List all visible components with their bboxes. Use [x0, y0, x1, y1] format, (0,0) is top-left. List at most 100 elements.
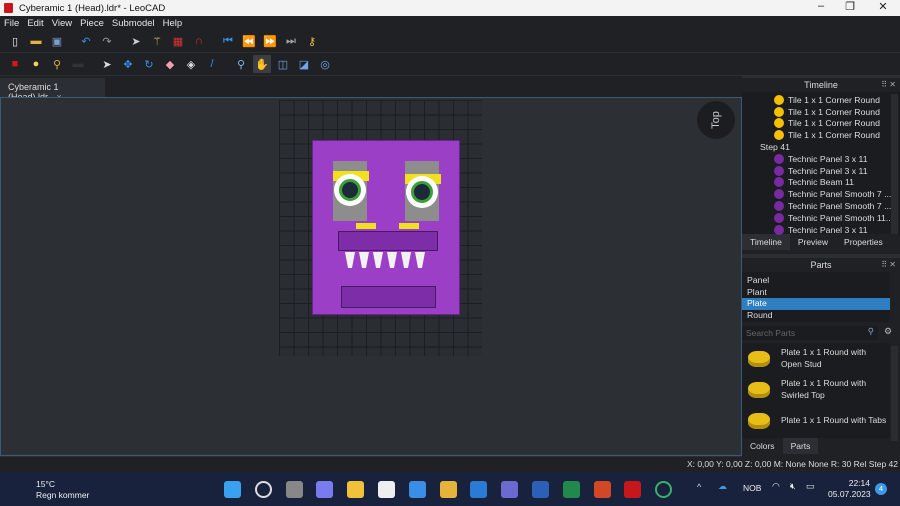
edge-dev-app-icon[interactable]: [408, 481, 426, 498]
timeline-scrollbar[interactable]: [891, 94, 898, 234]
key-icon[interactable]: ⚷: [303, 32, 321, 50]
timeline-piece[interactable]: Tile 1 x 1 Corner Round: [742, 129, 900, 141]
timeline-piece[interactable]: Technic Panel Smooth 7 ...: [742, 200, 900, 212]
spotlight-icon[interactable]: ⚲: [48, 55, 66, 73]
document-tab[interactable]: Cyberamic 1 (Head).ldr ×: [0, 78, 105, 102]
panel-float-close-icon[interactable]: ⠿ ✕: [881, 260, 896, 269]
start-app-icon[interactable]: [224, 481, 241, 498]
category-round[interactable]: Round: [742, 310, 890, 322]
camera-icon[interactable]: ▬: [69, 55, 87, 73]
timeline-piece[interactable]: Tile 1 x 1 Corner Round: [742, 94, 900, 106]
tab-properties[interactable]: Properties: [836, 234, 891, 250]
file-explorer-app-icon[interactable]: [347, 481, 365, 498]
search-icon[interactable]: ⚲: [868, 326, 874, 337]
timeline-piece[interactable]: Technic Beam 11: [742, 177, 900, 189]
brick-icon[interactable]: ■: [6, 55, 24, 73]
timeline-piece[interactable]: Technic Panel 3 x 11: [742, 153, 900, 165]
previous-step-icon[interactable]: ⏪: [240, 32, 258, 50]
excel-app-icon[interactable]: [562, 481, 580, 498]
leocad-app-icon[interactable]: [624, 481, 642, 498]
category-panel[interactable]: Panel: [742, 275, 890, 287]
first-step-icon[interactable]: ⏮: [219, 32, 237, 50]
pan-hand-icon[interactable]: ✋: [253, 55, 271, 73]
task-view-app-icon[interactable]: [285, 481, 303, 498]
tab-parts[interactable]: Parts: [782, 438, 819, 454]
parts-scrollbar[interactable]: [891, 346, 898, 441]
timeline-piece[interactable]: Technic Panel 3 x 11: [742, 165, 900, 177]
weather-widget[interactable]: 15°C Regn kommer: [36, 479, 89, 501]
part-category-list[interactable]: Panel Plant Plate Round: [742, 272, 890, 322]
menu-view[interactable]: View: [52, 18, 72, 29]
eyedropper-icon[interactable]: /: [203, 55, 221, 73]
menu-piece[interactable]: Piece: [80, 18, 104, 29]
timeline-piece[interactable]: Technic Panel 3 x 11: [742, 224, 900, 236]
menu-submodel[interactable]: Submodel: [112, 18, 155, 29]
volume-muted-icon[interactable]: 🔇︎: [790, 481, 796, 492]
meet-app-icon[interactable]: [316, 481, 334, 498]
save-icon[interactable]: ▣: [48, 32, 66, 50]
menu-help[interactable]: Help: [163, 18, 183, 29]
tab-colors[interactable]: Colors: [742, 438, 783, 454]
undo-icon[interactable]: ↶: [77, 32, 95, 50]
zoom-extents-icon[interactable]: ◎: [316, 55, 334, 73]
last-step-icon[interactable]: ⏭: [282, 32, 300, 50]
tab-timeline[interactable]: Timeline: [742, 234, 790, 250]
outlook-app-icon[interactable]: [470, 481, 488, 498]
new-file-icon[interactable]: ▯: [6, 32, 24, 50]
move-icon[interactable]: ✥: [119, 55, 137, 73]
next-step-icon[interactable]: ⏩: [261, 32, 279, 50]
category-plate[interactable]: Plate: [742, 298, 890, 311]
menu-file[interactable]: File: [4, 18, 19, 29]
part-item[interactable]: Plate 1 x 1 Round with Tabs: [742, 405, 890, 436]
teams-app-icon[interactable]: [501, 481, 519, 498]
store-app-icon[interactable]: [378, 481, 395, 498]
magic-wand-icon[interactable]: ⚚: [148, 32, 166, 50]
pointer-icon[interactable]: ➤: [98, 55, 116, 73]
light-bulb-icon[interactable]: ●: [27, 55, 45, 73]
language-indicator[interactable]: NOB: [743, 483, 761, 493]
part-item[interactable]: Plate 1 x 1 Round with Open Stud: [742, 343, 890, 374]
zoom-icon[interactable]: ⚲: [232, 55, 250, 73]
onedrive-icon[interactable]: ☁: [718, 481, 727, 492]
clock[interactable]: 22:14 05.07.2023: [828, 478, 871, 500]
eraser-icon[interactable]: ◆: [161, 55, 179, 73]
round-plate-icon: [748, 381, 770, 398]
show-hidden-icons-icon[interactable]: ^: [697, 482, 701, 492]
search-app-icon[interactable]: [254, 481, 272, 498]
chrome-app-icon[interactable]: [439, 481, 457, 498]
model-head[interactable]: [312, 140, 460, 315]
zoom-region-icon[interactable]: ◪: [295, 55, 313, 73]
open-folder-icon[interactable]: ▬: [27, 32, 45, 50]
redo-icon[interactable]: ↷: [98, 32, 116, 50]
paint-icon[interactable]: ◈: [182, 55, 200, 73]
part-item[interactable]: Plate 1 x 1 Round with Swirled Top: [742, 374, 890, 405]
grid-snap-icon[interactable]: ▦: [169, 32, 187, 50]
timeline-piece[interactable]: Tile 1 x 1 Corner Round: [742, 106, 900, 118]
timeline-step[interactable]: Step 41: [742, 141, 900, 153]
wifi-icon[interactable]: ◠: [772, 481, 780, 492]
stud-io-app-icon[interactable]: [655, 481, 673, 498]
close-button[interactable]: ✕: [868, 0, 898, 13]
category-plant[interactable]: Plant: [742, 287, 890, 299]
settings-gears-icon[interactable]: ⚙: [884, 326, 892, 340]
timeline-piece[interactable]: Technic Panel Smooth 11...: [742, 212, 900, 224]
powerpoint-app-icon[interactable]: [593, 481, 611, 498]
tab-preview[interactable]: Preview: [790, 234, 836, 250]
select-icon[interactable]: ➤: [127, 32, 145, 50]
search-parts-input[interactable]: Search Parts ⚲: [742, 326, 878, 340]
view-cube[interactable]: Top: [697, 101, 735, 139]
angle-snap-icon[interactable]: ∩: [190, 32, 208, 50]
notification-badge[interactable]: 4: [875, 483, 887, 495]
restore-button[interactable]: ❐: [835, 0, 865, 13]
panel-float-close-icon[interactable]: ⠿ ✕: [881, 80, 896, 89]
word-app-icon[interactable]: [532, 481, 549, 498]
minimize-button[interactable]: –: [806, 0, 836, 12]
parts-list[interactable]: Plate 1 x 1 Round with Open Stud Plate 1 x…: [742, 343, 890, 438]
battery-icon[interactable]: ▭: [806, 481, 815, 492]
rotate-view-icon[interactable]: ◫: [274, 55, 292, 73]
timeline-piece[interactable]: Technic Panel Smooth 7 ...: [742, 188, 900, 200]
rotate-icon[interactable]: ↻: [140, 55, 158, 73]
timeline-piece[interactable]: Tile 1 x 1 Corner Round: [742, 118, 900, 130]
timeline-tree[interactable]: Tile 1 x 1 Corner Round Tile 1 x 1 Corner…: [742, 92, 900, 236]
menu-edit[interactable]: Edit: [27, 18, 43, 29]
